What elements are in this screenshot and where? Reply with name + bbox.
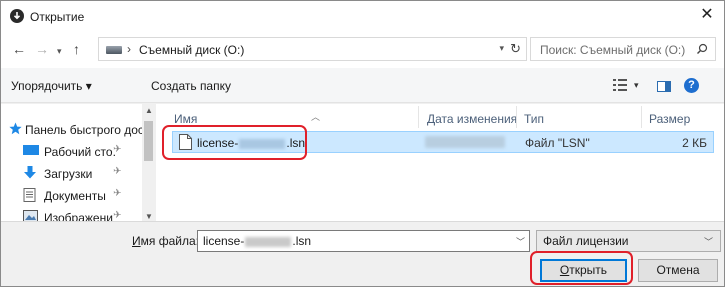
file-size: 2 КБ <box>682 136 707 150</box>
navigation-pane: Панель быстрого доступа Рабочий сто. ✈ З… <box>1 104 155 225</box>
organize-menu-button[interactable]: Упорядочить ▾ <box>11 79 92 93</box>
filename-label: Имя файла: <box>132 234 199 248</box>
preview-pane-icon[interactable] <box>657 81 671 92</box>
scroll-up-arrow-icon[interactable]: ▲ <box>145 106 153 115</box>
filename-input[interactable]: license- .lsn ﹀ <box>197 230 530 252</box>
nav-item-images[interactable]: Изображени ✈ <box>1 206 139 225</box>
column-divider[interactable] <box>641 106 642 128</box>
file-list: ︿ Имя Дата изменения Тип Размер license-… <box>156 104 724 221</box>
redacted-text <box>245 236 292 247</box>
breadcrumb-separator: › <box>127 42 131 56</box>
search-placeholder: Поиск: Съемный диск (O:) <box>540 43 686 57</box>
pin-icon: ✈ <box>113 188 122 199</box>
nav-pane-scrollbar[interactable]: ▲ ▼ <box>142 104 155 221</box>
recent-locations-chevron-icon[interactable]: ▾ <box>57 44 62 58</box>
address-dropdown-chevron-icon[interactable]: ▾ <box>499 43 504 54</box>
forward-arrow-icon[interactable]: → <box>35 42 49 56</box>
pin-icon: ✈ <box>113 144 122 155</box>
title-bar: Открытие ✕ <box>1 1 724 32</box>
column-header-label: Имя <box>174 112 198 126</box>
column-header-size[interactable]: Размер <box>649 112 690 126</box>
file-type: Файл "LSN" <box>525 136 590 150</box>
column-header-type[interactable]: Тип <box>524 112 544 126</box>
search-input[interactable]: Поиск: Съемный диск (O:) <box>530 37 716 61</box>
nav-item-quick-access[interactable]: Панель быстрого доступа <box>1 118 143 140</box>
sort-ascending-icon: ︿ <box>311 112 321 122</box>
nav-item-desktop[interactable]: Рабочий сто. ✈ <box>1 140 139 162</box>
view-dropdown-chevron-icon[interactable]: ▾ <box>634 80 639 91</box>
open-file-dialog: Открытие ✕ ← → ▾ ↑ › Съемный диск (O:) ▾… <box>0 0 725 287</box>
window-title: Открытие <box>30 10 85 24</box>
file-type-selected: Файл лицензии <box>543 234 629 248</box>
column-header-name[interactable]: ︿ Имя <box>174 112 320 126</box>
up-arrow-icon[interactable]: ↑ <box>73 42 80 56</box>
annotation-highlight-open-button <box>530 251 633 285</box>
nav-item-downloads[interactable]: Загрузки ✈ <box>1 162 139 184</box>
column-divider[interactable] <box>418 106 419 128</box>
breadcrumb-location[interactable]: Съемный диск (O:) <box>139 43 244 57</box>
column-header-date-modified[interactable]: Дата изменения <box>427 112 517 126</box>
scrollbar-thumb[interactable] <box>144 121 153 161</box>
nav-item-documents[interactable]: Документы ✈ <box>1 184 139 206</box>
nav-item-label: Панель быстрого доступа <box>25 123 143 137</box>
address-bar[interactable]: › Съемный диск (O:) ▾ ↻ <box>98 37 527 61</box>
file-type-select[interactable]: Файл лицензии ﹀ <box>536 230 721 252</box>
removable-drive-icon <box>106 46 122 54</box>
refresh-icon[interactable]: ↻ <box>510 41 521 57</box>
help-icon[interactable]: ? <box>684 78 699 93</box>
dialog-download-icon <box>10 9 24 23</box>
file-type-chevron-icon: ﹀ <box>703 237 713 247</box>
close-button[interactable]: ✕ <box>690 1 724 29</box>
star-icon <box>9 122 22 138</box>
column-divider[interactable] <box>516 106 517 128</box>
new-folder-button[interactable]: Создать папку <box>151 79 231 93</box>
cancel-button[interactable]: Отмена <box>638 259 718 282</box>
filename-value: license- .lsn <box>203 234 312 248</box>
command-toolbar: Упорядочить ▾ Создать папку ▾ ? <box>1 68 724 103</box>
scroll-down-arrow-icon[interactable]: ▼ <box>145 212 153 221</box>
filename-dropdown-chevron-icon[interactable]: ﹀ <box>516 235 525 248</box>
desktop-icon <box>23 144 39 160</box>
file-date-modified-redacted <box>425 136 505 148</box>
back-arrow-icon[interactable]: ← <box>12 42 26 56</box>
documents-icon <box>23 188 36 205</box>
pin-icon: ✈ <box>113 166 122 177</box>
pin-icon: ✈ <box>113 210 122 221</box>
annotation-highlight-file <box>162 125 307 160</box>
view-options-icon[interactable] <box>613 78 629 95</box>
search-icon <box>696 43 708 58</box>
download-icon <box>23 166 37 183</box>
address-row: ← → ▾ ↑ › Съемный диск (O:) ▾ ↻ Поиск: С… <box>1 32 724 68</box>
